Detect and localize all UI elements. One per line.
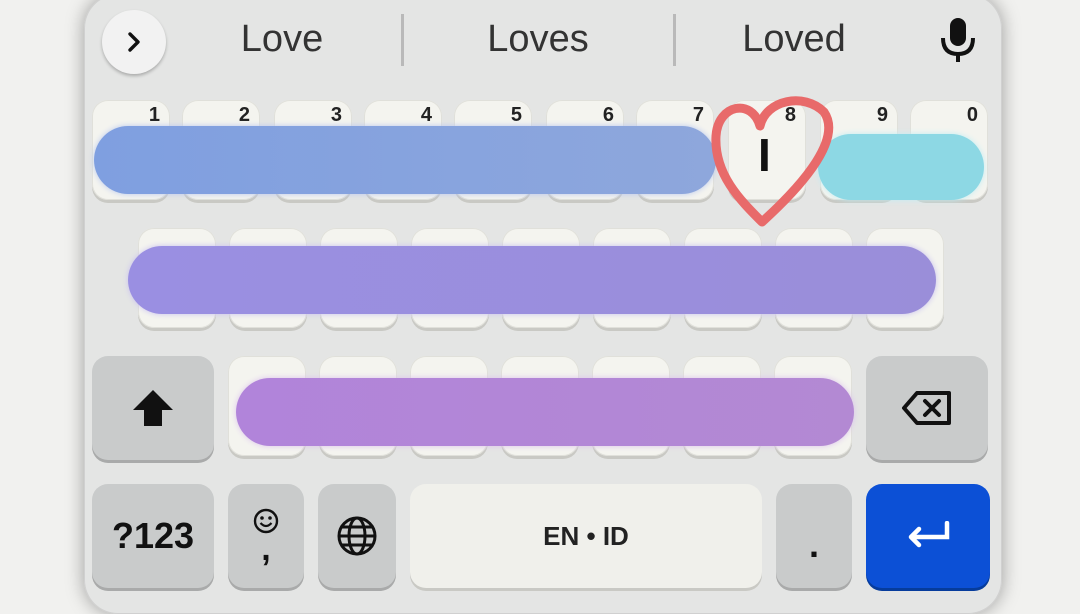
chevron-right-icon — [128, 32, 140, 52]
globe-icon — [337, 516, 377, 556]
voice-input-button[interactable] — [936, 16, 980, 64]
shift-arrow-icon — [133, 390, 173, 426]
suggestion-divider — [673, 14, 676, 66]
microphone-icon — [941, 18, 975, 62]
number-key-label: 0 — [966, 104, 978, 126]
period-label: . — [808, 524, 819, 565]
expand-toolbar-button[interactable] — [102, 10, 166, 74]
number-key-label: 9 — [876, 104, 888, 126]
number-key-label: 5 — [510, 104, 522, 126]
number-key-label: 1 — [148, 104, 160, 126]
text-cursor: I — [758, 129, 771, 181]
suggestion-3[interactable]: Loved — [694, 18, 894, 61]
emoji-comma-button[interactable]: , — [228, 484, 304, 588]
suggestion-2[interactable]: Loves — [438, 18, 638, 61]
symbols-button[interactable]: ?123 — [92, 484, 214, 588]
backspace-button[interactable] — [866, 356, 988, 460]
letter-row-2-bar[interactable] — [128, 246, 936, 314]
suggestion-1[interactable]: Love — [182, 18, 382, 61]
enter-button[interactable] — [866, 484, 990, 588]
number-key-label: 6 — [602, 104, 614, 126]
letter-row-3-bar[interactable] — [236, 378, 854, 446]
letter-row-1-accent-bar[interactable] — [818, 134, 984, 200]
space-bar[interactable]: EN • ID — [410, 484, 762, 588]
period-button[interactable]: . — [776, 484, 852, 588]
backspace-icon — [902, 391, 951, 425]
letter-row-1-bar[interactable] — [94, 126, 716, 194]
shift-button[interactable] — [92, 356, 214, 460]
enter-arrow-icon — [908, 521, 950, 548]
suggestion-divider — [401, 14, 404, 66]
language-switch-button[interactable] — [318, 484, 396, 588]
number-key-label: 3 — [330, 104, 342, 126]
number-key-label: 2 — [238, 104, 250, 126]
comma-label: , — [261, 530, 271, 568]
number-key-label: 4 — [420, 104, 432, 126]
